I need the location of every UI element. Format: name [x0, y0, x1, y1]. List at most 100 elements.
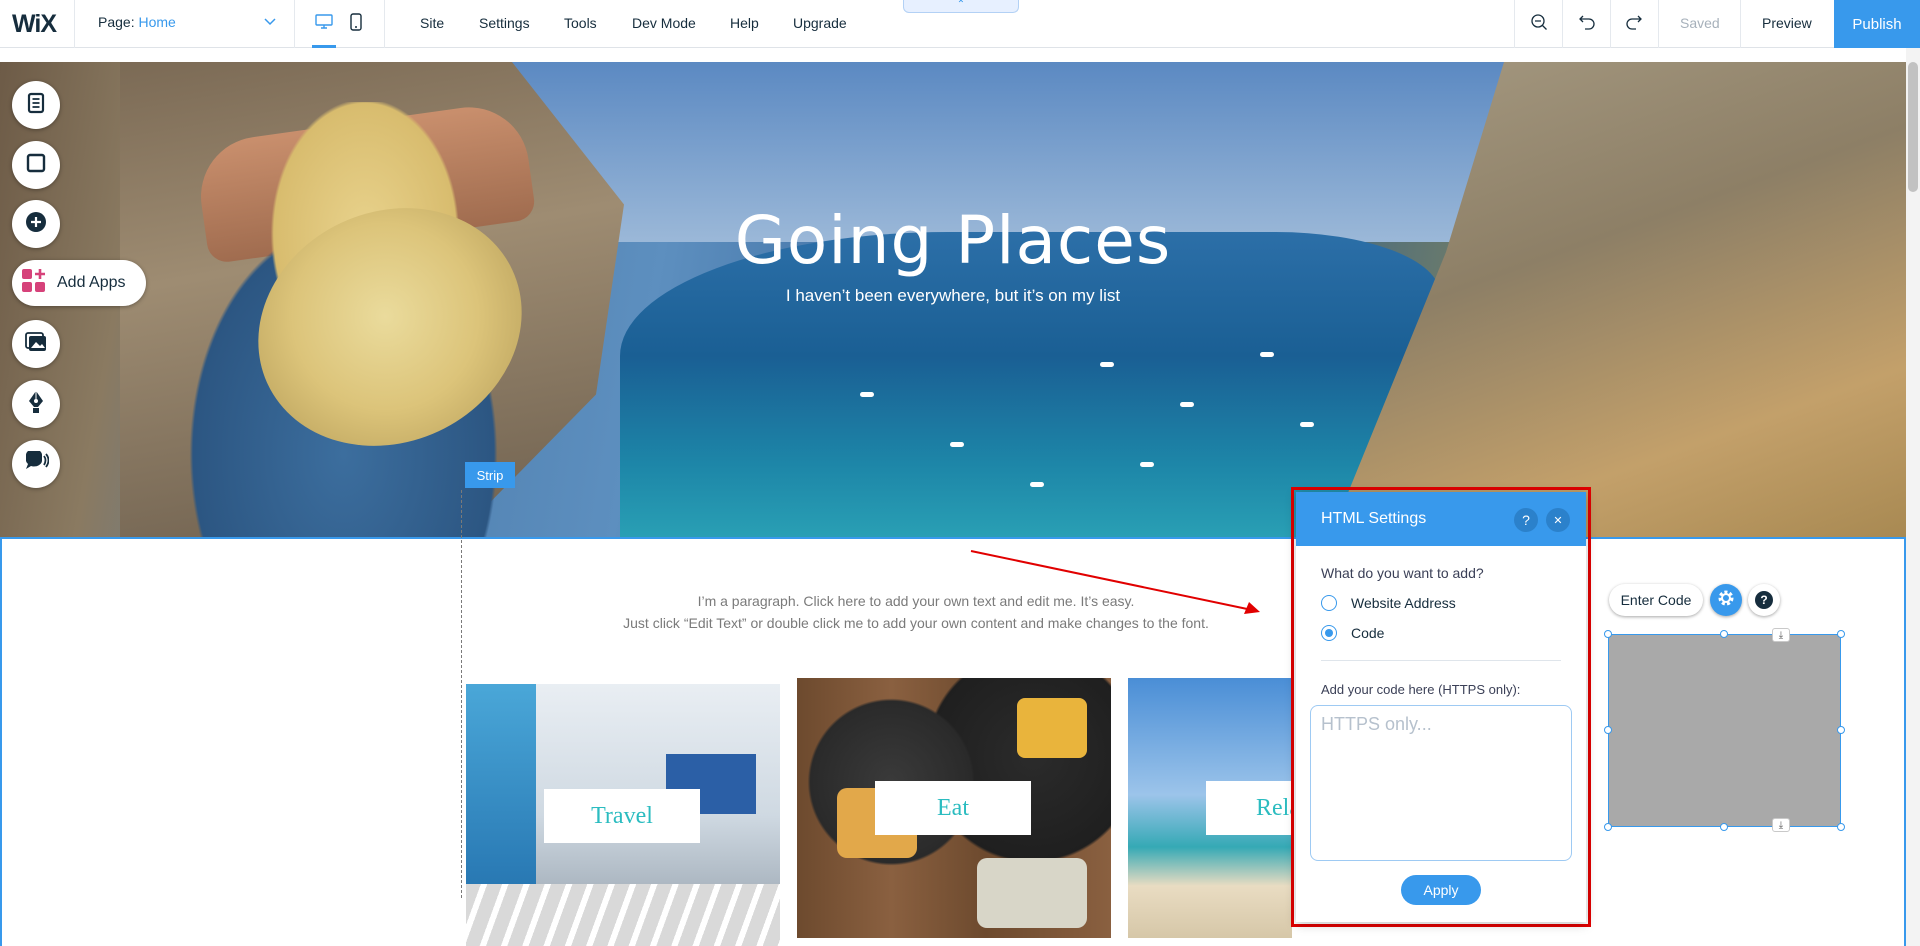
- desktop-view-button[interactable]: [312, 12, 336, 36]
- boat: [860, 392, 874, 397]
- resize-handle[interactable]: [1604, 726, 1612, 734]
- download-icon: ⤓: [1778, 819, 1784, 831]
- zoom-out-button[interactable]: [1527, 12, 1551, 36]
- media-button[interactable]: [12, 320, 60, 368]
- boat: [950, 442, 964, 447]
- menu-tools[interactable]: Tools: [564, 15, 597, 31]
- card-travel[interactable]: Travel: [466, 684, 780, 946]
- saved-status: Saved: [1680, 15, 1720, 31]
- boat: [1260, 352, 1274, 357]
- salad-plate: [977, 858, 1087, 928]
- strip-label: Strip: [465, 462, 515, 488]
- resize-handle[interactable]: [1837, 726, 1845, 734]
- redo-button[interactable]: [1622, 12, 1646, 36]
- apply-button[interactable]: Apply: [1401, 875, 1481, 905]
- publish-button[interactable]: Publish: [1834, 0, 1920, 48]
- hero-title[interactable]: Going Places: [0, 202, 1906, 279]
- menu-site[interactable]: Site: [420, 15, 444, 31]
- hero-image[interactable]: Going Places I haven’t been everywhere, …: [0, 62, 1906, 537]
- nachos: [1017, 698, 1087, 758]
- radio-website-address[interactable]: [1321, 595, 1337, 611]
- preview-button[interactable]: Preview: [1762, 15, 1812, 31]
- add-type-question: What do you want to add?: [1321, 565, 1484, 581]
- add-apps-button[interactable]: Add Apps: [12, 260, 146, 306]
- card-relax[interactable]: Rela: [1128, 678, 1292, 938]
- resize-handle[interactable]: [1720, 630, 1728, 638]
- menu-settings[interactable]: Settings: [479, 15, 530, 31]
- menu-upgrade[interactable]: Upgrade: [793, 15, 847, 31]
- pages-menu-button[interactable]: [12, 81, 60, 129]
- divider: [384, 0, 385, 48]
- code-field-label: Add your code here (HTTPS only):: [1321, 682, 1521, 697]
- page-selector-value: Home: [138, 14, 176, 30]
- enter-code-button[interactable]: Enter Code: [1609, 584, 1703, 616]
- component-help-button[interactable]: ?: [1748, 584, 1780, 616]
- option-code[interactable]: Code: [1321, 625, 1384, 641]
- panel-close-button[interactable]: ✕: [1546, 508, 1570, 532]
- resize-handle[interactable]: [1837, 823, 1845, 831]
- panel-help-button[interactable]: ?: [1514, 508, 1538, 532]
- settings-button[interactable]: [1710, 584, 1742, 616]
- undo-button[interactable]: [1575, 12, 1599, 36]
- resize-handle[interactable]: [1837, 630, 1845, 638]
- paragraph-line-1[interactable]: I’m a paragraph. Click here to add your …: [461, 593, 1371, 609]
- stretch-bottom-button[interactable]: ⤓: [1772, 818, 1790, 832]
- boat: [1100, 362, 1114, 367]
- wix-logo: WiX: [12, 10, 57, 38]
- boat: [1030, 482, 1044, 487]
- panel-title: HTML Settings: [1321, 510, 1427, 527]
- card-eat[interactable]: Eat: [797, 678, 1111, 938]
- menu-help[interactable]: Help: [730, 15, 759, 31]
- html-settings-panel: HTML Settings ? ✕ What do you want to ad…: [1296, 492, 1586, 922]
- divider: [294, 0, 295, 48]
- boat: [1180, 402, 1194, 407]
- canvas-scrollbar-thumb[interactable]: [1908, 62, 1918, 192]
- resize-handle[interactable]: [1720, 823, 1728, 831]
- code-input[interactable]: [1310, 705, 1572, 861]
- plus-circle-icon: [24, 210, 48, 239]
- blog-button[interactable]: [12, 380, 60, 428]
- chat-bubble-icon: [23, 448, 50, 478]
- boat: [1300, 422, 1314, 427]
- divider: [1740, 0, 1741, 48]
- white-stone-path: [466, 884, 780, 946]
- undo-icon: [1578, 14, 1596, 35]
- chevron-down-icon: [264, 15, 276, 29]
- divider: [1562, 0, 1563, 48]
- background-icon: [25, 152, 47, 179]
- collapse-topbar-tab[interactable]: ⌃: [903, 0, 1019, 13]
- card-label-travel: Travel: [544, 789, 700, 843]
- page-selector[interactable]: Page: Home: [98, 14, 276, 34]
- option-label: Website Address: [1351, 595, 1456, 611]
- desktop-icon: [315, 13, 333, 35]
- chat-button[interactable]: [12, 440, 60, 488]
- divider: [1514, 0, 1515, 48]
- stretch-top-button[interactable]: ⤓: [1772, 628, 1790, 642]
- resize-handle[interactable]: [1604, 630, 1612, 638]
- resize-handle[interactable]: [1604, 823, 1612, 831]
- mobile-view-button[interactable]: [344, 12, 368, 36]
- boat: [1140, 462, 1154, 467]
- background-button[interactable]: [12, 141, 60, 189]
- paragraph-line-2[interactable]: Just click “Edit Text” or double click m…: [461, 615, 1371, 631]
- divider: [1321, 660, 1561, 661]
- close-icon: ✕: [1553, 514, 1563, 527]
- radio-code[interactable]: [1321, 625, 1337, 641]
- card-label-relax: Rela: [1206, 781, 1292, 835]
- question-mark-icon: ?: [1755, 591, 1773, 609]
- option-website-address[interactable]: Website Address: [1321, 595, 1456, 611]
- menu-dev-mode[interactable]: Dev Mode: [632, 15, 696, 31]
- zoom-out-icon: [1530, 13, 1548, 36]
- question-mark-icon: ?: [1522, 512, 1530, 528]
- add-apps-label: Add Apps: [57, 274, 126, 291]
- redo-icon: [1625, 14, 1643, 35]
- mobile-icon: [350, 12, 362, 36]
- media-icon: [24, 331, 48, 358]
- divider: [1610, 0, 1611, 48]
- option-label: Code: [1351, 625, 1385, 641]
- panel-header: HTML Settings ? ✕: [1296, 492, 1586, 546]
- divider: [1658, 0, 1659, 48]
- html-embed-component[interactable]: [1608, 634, 1841, 827]
- hero-subtitle[interactable]: I haven’t been everywhere, but it’s on m…: [0, 286, 1906, 306]
- add-element-button[interactable]: [12, 200, 60, 248]
